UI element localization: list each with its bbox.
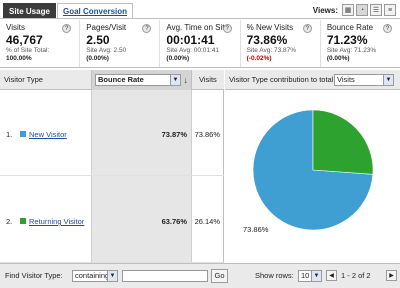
tab-goal-conversion[interactable]: Goal Conversion: [57, 3, 134, 18]
go-button[interactable]: Go: [211, 269, 228, 283]
metric-value: 46,767: [6, 33, 43, 47]
visitor-type-link[interactable]: Returning Visitor: [29, 217, 84, 226]
metric-value: 73.86%: [246, 33, 288, 47]
performance-view-icon[interactable]: ☰: [370, 4, 382, 16]
metric-sub-value: (-0.02%): [246, 55, 272, 62]
show-rows-label: Show rows:: [255, 271, 294, 280]
metric-sub-value: 100.00%: [6, 55, 32, 62]
page-range-text: 1 - 2 of 2: [341, 271, 371, 280]
table-header: Visitor Type Bounce Rate ▼ ↓ Visits: [0, 70, 224, 90]
visits-percent-value: 26.14%: [194, 217, 220, 226]
sort-metric-value: Bounce Rate: [98, 75, 144, 84]
pie-chart-panel: Visitor Type contribution to total: Visi…: [225, 70, 400, 263]
pie-header-label: Visitor Type contribution to total:: [229, 75, 336, 84]
find-label: Find Visitor Type:: [5, 271, 63, 280]
comparison-view-icon[interactable]: ≡: [384, 4, 396, 16]
metric-new-visits: % New Visits ? 73.86% Site Avg: 73.87% (…: [239, 20, 320, 67]
next-page-icon[interactable]: ▶: [386, 270, 397, 281]
chevron-down-icon: ▼: [170, 75, 180, 85]
metric-sub: Site Avg: 71.23%: [326, 47, 377, 54]
metric-sub-value: (0.00%): [326, 55, 350, 62]
filter-mode-value: containing: [75, 271, 110, 280]
table-footer: Find Visitor Type: containing ▼ Go Show …: [0, 263, 400, 288]
views-switcher: Views: ▦ ◔ ☰ ≡: [313, 3, 396, 17]
sort-metric-select[interactable]: Bounce Rate ▼: [95, 74, 181, 86]
pie-view-icon[interactable]: ◔: [356, 4, 368, 16]
visits-percent-value: 73.86%: [194, 130, 220, 139]
rows-per-page-select[interactable]: 10 ▼: [298, 270, 322, 282]
metric-bounce-rate: Bounce Rate ? 71.23% Site Avg: 71.23% (0…: [319, 20, 400, 67]
tab-site-usage[interactable]: Site Usage: [3, 3, 56, 18]
metric-value: 00:01:41: [166, 33, 215, 47]
help-icon[interactable]: ?: [302, 24, 312, 33]
pie-chart: 73.86%: [243, 109, 374, 234]
filter-text-input[interactable]: [122, 270, 208, 282]
metric-sub: Site Avg: 2.50: [86, 47, 127, 54]
chevron-down-icon: ▼: [383, 75, 393, 85]
metric-pages-per-visit: Pages/Visit ? 2.50 Site Avg: 2.50 (0.00%…: [79, 20, 159, 67]
metric-value: 2.50: [86, 33, 110, 47]
chevron-down-icon: ▼: [107, 271, 117, 281]
chevron-down-icon: ▼: [311, 271, 321, 281]
table-view-icon[interactable]: ▦: [342, 4, 354, 16]
sort-arrow-icon[interactable]: ↓: [184, 70, 189, 90]
pie-slice-label: 73.86%: [243, 225, 269, 234]
bounce-rate-value: 63.76%: [161, 217, 187, 226]
row-number: 1.: [6, 130, 13, 139]
row-number: 2.: [6, 217, 13, 226]
prev-page-icon[interactable]: ◀: [326, 270, 337, 281]
table-row: 2. Returning Visitor 63.76% 26.14%: [0, 177, 224, 263]
metric-sub: Site Avg: 00:01:41: [166, 47, 220, 54]
table-row: 1. New Visitor 73.87% 73.86%: [0, 90, 224, 176]
metric-sub-value: (0.00%): [86, 55, 109, 62]
visitor-type-table: Visitor Type Bounce Rate ▼ ↓ Visits 1. N…: [0, 70, 224, 263]
legend-swatch: [20, 131, 26, 137]
pie-metric-value: Visits: [337, 75, 355, 84]
column-header-visitor-type[interactable]: Visitor Type: [4, 70, 43, 90]
rows-per-page-value: 10: [301, 271, 310, 280]
column-header-bounce-rate: Bounce Rate ▼ ↓: [91, 70, 192, 90]
pie-slice-returning-visitor[interactable]: [312, 109, 374, 175]
tab-bar: Site Usage Goal Conversion Views: ▦ ◔ ☰ …: [0, 0, 400, 20]
help-icon[interactable]: ?: [383, 24, 393, 33]
metric-sub-value: (0.00%): [166, 55, 190, 62]
pie-header: Visitor Type contribution to total: Visi…: [225, 70, 400, 90]
metric-visits: Visits ? 46,767 % of Site Total: 100.00%: [0, 20, 79, 67]
filter-mode-select[interactable]: containing ▼: [72, 270, 118, 282]
views-label: Views:: [312, 5, 338, 15]
column-header-visits[interactable]: Visits: [199, 70, 217, 90]
tab-divider: [0, 18, 400, 19]
metrics-summary: Visits ? 46,767 % of Site Total: 100.00%…: [0, 20, 400, 68]
help-icon[interactable]: ?: [222, 24, 232, 33]
metric-sub: % of Site Total:: [6, 47, 50, 54]
metric-sub: Site Avg: 73.87%: [246, 47, 296, 54]
metric-avg-time: Avg. Time on Site ? 00:01:41 Site Avg: 0…: [159, 20, 239, 67]
pie-metric-select[interactable]: Visits ▼: [334, 74, 394, 86]
bounce-rate-value: 73.87%: [161, 130, 187, 139]
visitor-type-link[interactable]: New Visitor: [29, 130, 67, 139]
legend-swatch: [20, 218, 26, 224]
metric-value: 71.23%: [326, 33, 368, 47]
